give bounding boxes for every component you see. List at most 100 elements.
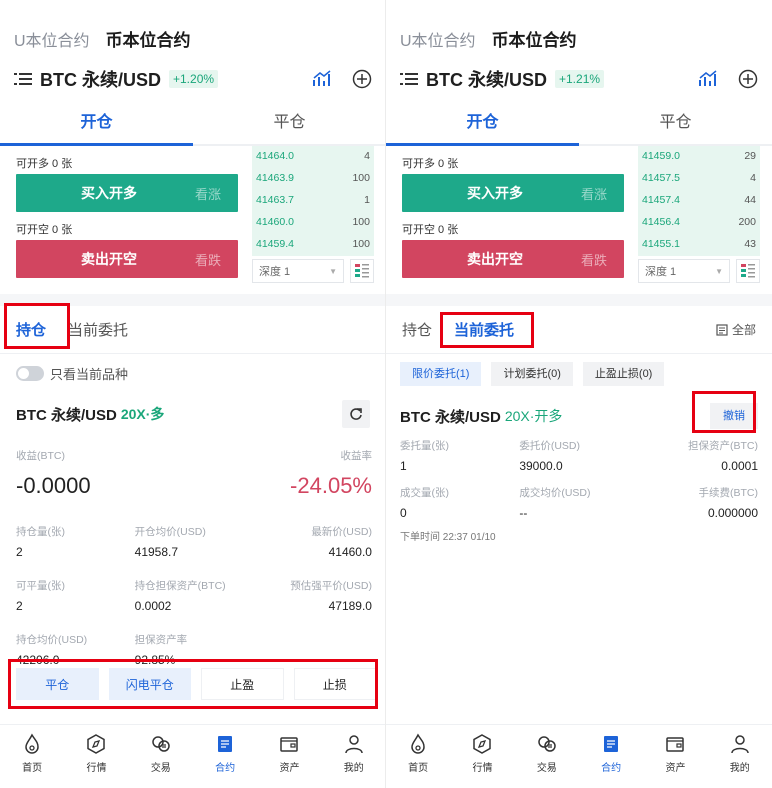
nav-home[interactable]: 首页 <box>386 725 450 788</box>
nav-label: 首页 <box>408 763 429 774</box>
tab-u-margined[interactable]: U本位合约 <box>400 27 476 51</box>
cancel-order-button[interactable]: 撤销 <box>710 403 758 429</box>
menu-list-icon[interactable] <box>400 72 418 86</box>
buy-long-button[interactable]: 买入开多 看涨 <box>16 174 238 212</box>
order-book-row[interactable]: 41457.4 44 <box>638 190 760 212</box>
tab-coin-margined[interactable]: 币本位合约 <box>106 26 191 51</box>
tab-limit-orders[interactable]: 限价委托(1) <box>400 362 482 386</box>
detail-label: 委托价(USD) <box>519 440 580 452</box>
tab-open-position[interactable]: 开仓 <box>386 102 579 144</box>
buy-long-sub: 看涨 <box>580 186 607 202</box>
tab-plan-orders[interactable]: 计划委托(0) <box>491 362 573 386</box>
nav-assets[interactable]: 资产 <box>643 725 707 788</box>
position-leverage: 20X·多 <box>120 406 165 422</box>
trade-tabs: 开仓 平仓 <box>386 102 772 146</box>
detail-value: 1 <box>400 459 407 473</box>
detail-value: 0.000000 <box>707 506 758 520</box>
book-qty: 43 <box>744 238 756 250</box>
nav-trade[interactable]: 交易 <box>129 725 193 788</box>
tab-positions[interactable]: 持仓 <box>402 319 432 340</box>
book-price: 41459.0 <box>642 150 680 162</box>
depth-controls: 深度 1 ▼ <box>252 258 374 284</box>
all-orders-link[interactable]: 全部 <box>716 321 756 338</box>
sell-short-button[interactable]: 卖出开空 看跌 <box>16 240 238 278</box>
order-type-tabs: 限价委托(1) 计划委托(0) 止盈止损(0) <box>386 354 772 394</box>
toggle-switch[interactable] <box>16 365 44 381</box>
section-gap <box>0 294 386 306</box>
book-price: 41464.0 <box>256 150 294 162</box>
order-book-row[interactable]: 41455.1 43 <box>638 234 760 256</box>
book-layout-icon[interactable] <box>736 259 760 283</box>
order-book-row[interactable]: 41463.9 100 <box>252 168 374 190</box>
nav-contract[interactable]: 合约 <box>579 725 643 788</box>
buy-long-label: 买入开多 <box>81 185 137 201</box>
order-book-row[interactable]: 41459.0 29 <box>638 146 760 168</box>
detail-label: 成交均价(USD) <box>519 487 591 499</box>
rate-value: -24.05% <box>290 473 372 498</box>
order-area: 可开多 0 张 买入开多 看涨 可开空 0 张 卖出开空 看跌 41459.0 2… <box>386 146 772 294</box>
nav-label: 合约 <box>215 763 236 774</box>
nav-profile[interactable]: 我的 <box>322 725 386 788</box>
flash-close-button[interactable]: 闪电平仓 <box>108 668 191 700</box>
detail-value: 42206.0 <box>16 653 60 667</box>
book-qty: 29 <box>744 150 756 162</box>
order-book-row[interactable]: 41463.7 1 <box>252 190 374 212</box>
nav-label: 交易 <box>150 763 171 774</box>
menu-list-icon[interactable] <box>14 72 32 86</box>
order-book-row[interactable]: 41459.4 100 <box>252 234 374 256</box>
order-book-row[interactable]: 41460.0 100 <box>252 212 374 234</box>
tab-open-position[interactable]: 开仓 <box>0 102 193 144</box>
nav-market[interactable]: 行情 <box>64 725 128 788</box>
caret-down-icon: ▼ <box>715 266 723 276</box>
depth-select[interactable]: 深度 1 ▼ <box>638 259 730 283</box>
tab-close-position[interactable]: 平仓 <box>579 102 772 144</box>
toggle-label: 只看当前品种 <box>50 366 129 382</box>
detail-value: -- <box>519 506 528 520</box>
order-book: 41464.0 4 41463.9 100 41463.7 1 41460.0 100 … <box>252 146 374 256</box>
tab-coin-margined[interactable]: 币本位合约 <box>492 26 577 51</box>
sell-short-button[interactable]: 卖出开空 看跌 <box>402 240 624 278</box>
caret-down-icon: ▼ <box>329 266 337 276</box>
take-profit-button[interactable]: 止盈 <box>201 668 284 700</box>
nav-profile[interactable]: 我的 <box>708 725 772 788</box>
chart-icon[interactable] <box>312 70 332 88</box>
nav-trade[interactable]: 交易 <box>515 725 579 788</box>
detail-value: 0.0001 <box>721 459 758 473</box>
tab-u-margined[interactable]: U本位合约 <box>14 27 90 51</box>
order-book-row[interactable]: 41456.4 200 <box>638 212 760 234</box>
nav-market[interactable]: 行情 <box>450 725 514 788</box>
depth-select[interactable]: 深度 1 ▼ <box>252 259 344 283</box>
add-circle-icon[interactable] <box>738 69 758 89</box>
book-layout-icon[interactable] <box>350 259 374 283</box>
nav-assets[interactable]: 资产 <box>257 725 321 788</box>
tab-positions[interactable]: 持仓 <box>16 319 46 340</box>
tab-tp-sl-orders[interactable]: 止盈止损(0) <box>582 362 665 386</box>
close-position-button[interactable]: 平仓 <box>16 668 99 700</box>
add-circle-icon[interactable] <box>352 69 372 89</box>
detail-value: 92.85% <box>134 653 176 667</box>
share-button[interactable] <box>342 400 370 428</box>
position-tabs: 持仓 当前委托 <box>0 306 386 354</box>
symbol-name[interactable]: BTC 永续/USD <box>426 66 547 92</box>
rate-label: 收益率 <box>340 450 373 462</box>
buy-long-button[interactable]: 买入开多 看涨 <box>402 174 624 212</box>
refresh-share-icon <box>350 408 362 420</box>
position-tabs: 持仓 当前委托 全部 <box>386 306 772 354</box>
chart-icon[interactable] <box>698 70 718 88</box>
order-details: 委托量(张) 1 委托价(USD) 39000.0 担保资产(BTC) 0.0001 … <box>386 438 772 520</box>
detail-label: 开仓均价(USD) <box>134 526 206 538</box>
detail-label: 手续费(BTC) <box>698 487 759 499</box>
tab-open-orders[interactable]: 当前委托 <box>454 319 514 340</box>
nav-home[interactable]: 首页 <box>0 725 64 788</box>
stop-loss-button[interactable]: 止损 <box>293 668 376 700</box>
tab-open-orders[interactable]: 当前委托 <box>68 319 128 340</box>
symbol-name[interactable]: BTC 永续/USD <box>40 66 161 92</box>
order-book-row[interactable]: 41464.0 4 <box>252 146 374 168</box>
detail-label: 担保资产率 <box>134 634 188 646</box>
order-book-row[interactable]: 41457.5 4 <box>638 168 760 190</box>
filter-current-symbol[interactable]: 只看当前品种 <box>0 354 386 392</box>
sell-short-sub: 看跌 <box>194 252 221 268</box>
detail-label: 成交量(张) <box>400 487 449 499</box>
tab-close-position[interactable]: 平仓 <box>193 102 386 144</box>
nav-contract[interactable]: 合约 <box>193 725 257 788</box>
